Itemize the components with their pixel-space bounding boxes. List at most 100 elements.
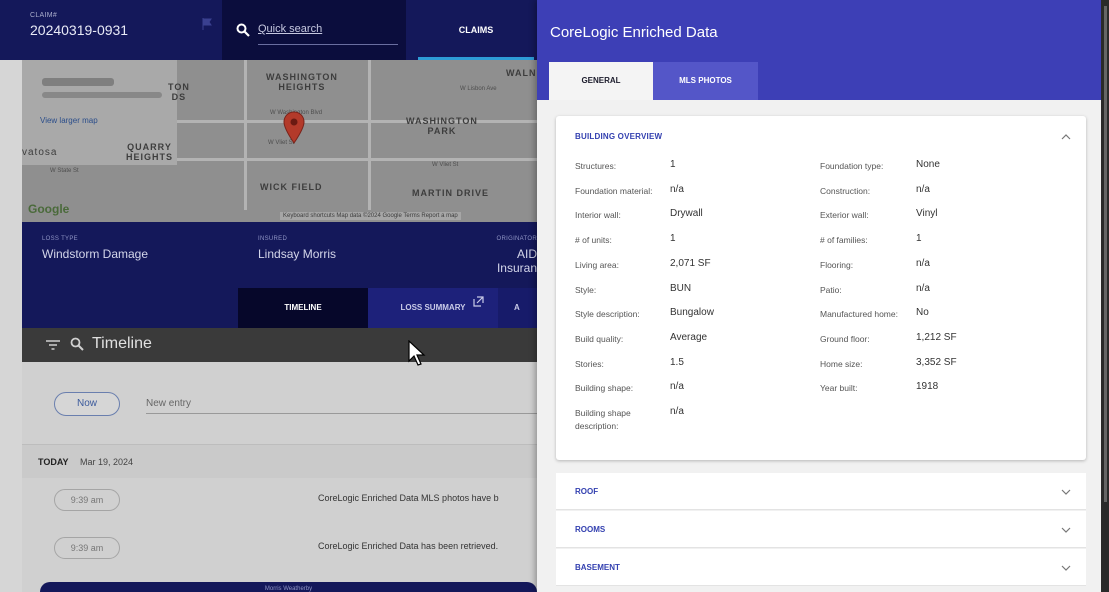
field-value: None [916,159,940,170]
corelogic-drawer: CoreLogic Enriched Data GENERAL MLS PHOT… [537,0,1101,592]
field-row: Interior wall: Drywall [575,208,805,233]
field-label: Patio: [820,284,842,295]
chevron-down-icon[interactable] [1061,565,1071,572]
map-street: W Lisbon Ave [460,86,497,92]
map[interactable]: View larger map TON DS WASHINGTON HEIGHT… [22,60,537,222]
field-value: Drywall [670,208,703,220]
field-row: Ground floor: 1,212 SF [820,332,1050,357]
building-overview-title[interactable]: BUILDING OVERVIEW [575,132,662,141]
map-label: WASHINGTON PARK [406,116,478,136]
tab-general[interactable]: GENERAL [549,62,653,100]
tab-loss-summary[interactable]: LOSS SUMMARY [368,288,498,328]
today-label: TODAY [38,457,69,467]
timeline-entry[interactable]: 9:39 am CoreLogic Enriched Data has been… [22,528,537,568]
tab-timeline[interactable]: TIMELINE [238,288,368,328]
timeline-entry[interactable]: 9:39 am CoreLogic Enriched Data MLS phot… [22,480,537,520]
flag-icon[interactable] [202,18,212,30]
quick-search[interactable]: Quick search [222,0,406,60]
insured: INSURED Lindsay Morris [258,236,336,261]
map-label: MARTIN DRIVE [412,188,489,198]
field-value: Average [670,331,708,343]
chevron-up-icon[interactable] [1061,133,1071,140]
field-row: Year built: 1918 [820,381,1050,406]
field-label: Style description: [575,309,640,320]
field-label: Ground floor: [820,333,870,344]
field-row: Exterior wall: Vinyl [820,208,1050,233]
new-entry-underline [146,413,537,414]
field-label: Home size: [820,358,863,369]
field-label: # of units: [575,235,612,246]
loss-info-strip: LOSS TYPE Windstorm Damage INSURED Linds… [22,222,537,288]
filter-icon[interactable] [46,340,60,350]
section-rooms[interactable]: ROOMS [556,511,1086,548]
tab-claims[interactable]: CLAIMS [418,0,534,60]
field-value: n/a [916,183,930,195]
timeline-body: Now New entry TODAY Mar 19, 2024 9:39 am… [22,362,537,592]
tab-mls-photos[interactable]: MLS PHOTOS [653,62,758,100]
map-street: W Vliet St [432,162,459,168]
map-road [162,120,537,123]
field-value: 1 [670,233,676,245]
new-entry-input[interactable]: New entry [146,398,191,409]
map-label: vatosa [22,147,58,158]
drawer-title: CoreLogic Enriched Data [550,24,718,41]
field-value: 1918 [916,381,939,393]
field-value: n/a [916,282,930,294]
entry-author-bar: Morris Weatherby [40,582,537,592]
field-value: n/a [670,183,684,195]
field-label: Foundation type: [820,161,884,171]
field-label: Manufactured home: [820,309,898,320]
field-label: Interior wall: [575,210,621,221]
map-pin-icon[interactable] [283,111,305,145]
map-road [244,60,247,210]
field-label: Construction: [820,185,871,196]
field-label: Foundation material: [575,185,653,196]
entry-time: 9:39 am [54,489,120,511]
loss-type-value: Windstorm Damage [42,247,149,261]
now-button[interactable]: Now [54,392,120,416]
timeline-title: Timeline [92,335,152,352]
field-value: Vinyl [916,208,938,220]
field-value: 2,071 SF [670,257,711,269]
scrollbar[interactable] [1101,0,1109,592]
drawer-header: CoreLogic Enriched Data GENERAL MLS PHOT… [537,0,1101,100]
map-street: W State St [50,168,79,174]
search-icon[interactable] [70,337,84,351]
field-label: Stories: [575,358,604,369]
search-input[interactable]: Quick search [258,23,322,35]
field-value: Bungalow [670,307,714,319]
google-logo: Google [28,202,70,216]
field-row: Living area: 2,071 SF [575,257,805,283]
field-row: Stories: 1.5 [575,357,805,382]
section-basement[interactable]: BASEMENT [556,549,1086,586]
tab-loss-summary-label: LOSS SUMMARY [400,303,466,312]
external-link-icon[interactable] [473,296,484,307]
search-underline [258,44,398,45]
field-row: Flooring: n/a [820,257,1050,283]
map-address-blur [42,78,114,86]
field-row: Build quality: Average [575,331,805,357]
field-label: Building shape: [575,383,634,394]
field-row: Style: BUN [575,283,805,308]
scrollbar-thumb[interactable] [1104,6,1107,502]
field-label: Living area: [575,259,619,270]
originator-value: AID Insuran [496,247,537,275]
chevron-down-icon[interactable] [1061,489,1071,496]
map-attribution[interactable]: Keyboard shortcuts Map data ©2024 Google… [280,212,461,220]
originator-label: ORIGINATOR [496,236,537,242]
map-label: QUARRY HEIGHTS [126,142,174,162]
tab-partial[interactable]: A [498,288,538,328]
claim-tabs: TIMELINE LOSS SUMMARY A [22,288,538,328]
section-roof-title: ROOF [575,487,599,496]
field-row: # of families: 1 [820,233,1050,258]
loss-type: LOSS TYPE Windstorm Damage [42,236,148,261]
field-label: # of families: [820,235,868,246]
field-row: Building shape: n/a [575,381,805,406]
chevron-down-icon[interactable] [1061,527,1071,534]
field-value: 1 [670,159,676,170]
view-larger-map-link[interactable]: View larger map [40,116,98,125]
today-row: TODAY Mar 19, 2024 [22,444,537,478]
section-roof[interactable]: ROOF [556,473,1086,510]
map-road [368,60,371,210]
field-value: n/a [916,257,930,269]
